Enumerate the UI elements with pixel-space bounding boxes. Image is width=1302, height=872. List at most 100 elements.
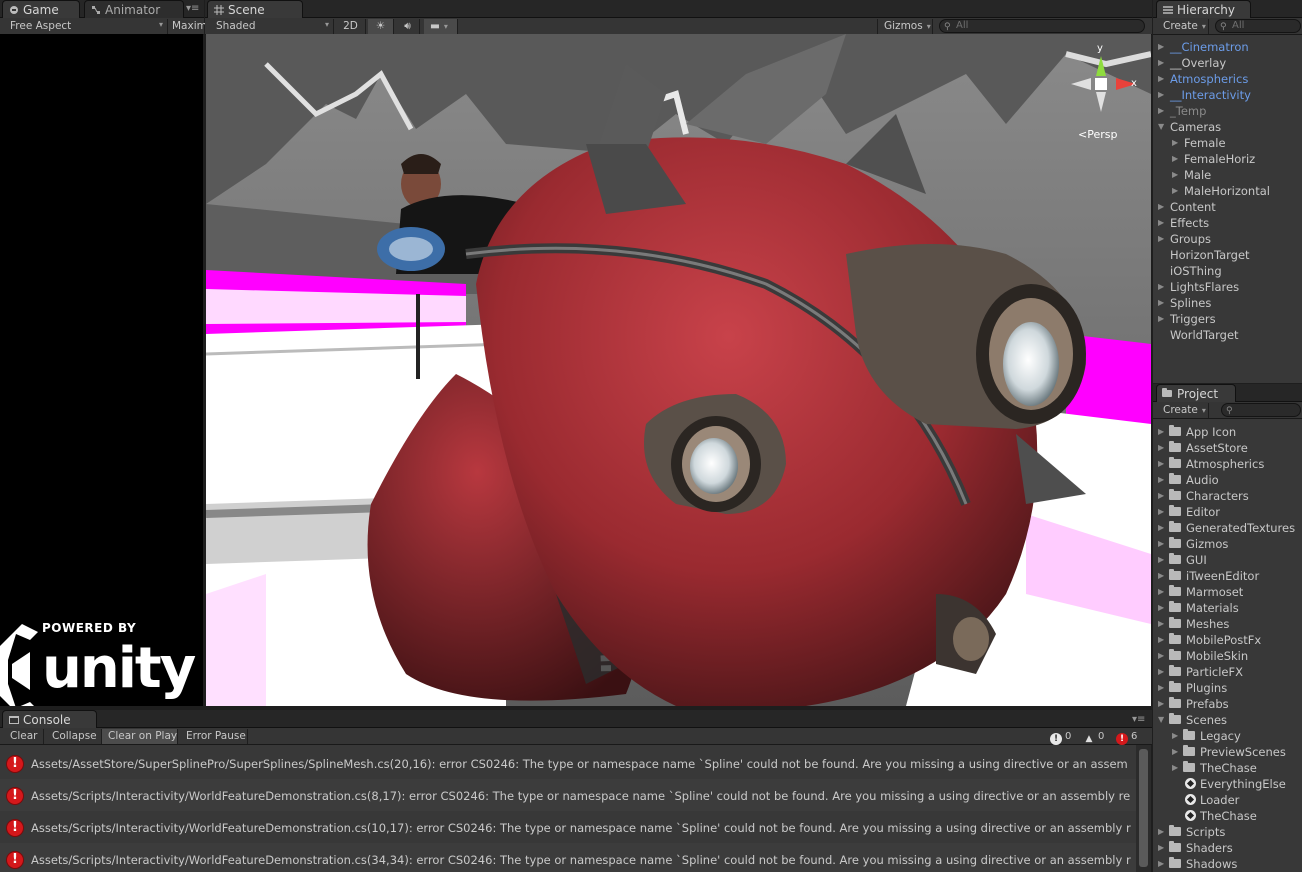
hierarchy-item[interactable]: HorizonTarget [1153, 247, 1302, 263]
project-scene-file[interactable]: TheChase [1153, 808, 1302, 824]
project-folder[interactable]: ▶ Scripts [1153, 824, 1302, 840]
hierarchy-item[interactable]: ▶ _Temp [1153, 103, 1302, 119]
expand-arrow-icon[interactable]: ▶ [1158, 427, 1164, 436]
info-count-toggle[interactable]: ! 0 [1050, 730, 1071, 745]
console-scrollbar[interactable] [1136, 745, 1151, 872]
expand-arrow-icon[interactable]: ▶ [1158, 603, 1164, 612]
expand-arrow-icon[interactable]: ▶ [1158, 90, 1164, 99]
expand-arrow-icon[interactable]: ▶ [1158, 699, 1164, 708]
hierarchy-item[interactable]: ▶ FemaleHoriz [1153, 151, 1302, 167]
expand-arrow-icon[interactable]: ▶ [1172, 170, 1178, 179]
project-folder[interactable]: ▶ Meshes [1153, 616, 1302, 632]
panel-menu-icon[interactable]: ▾≡ [1132, 714, 1145, 725]
project-folder[interactable]: ▶ MobileSkin [1153, 648, 1302, 664]
hierarchy-item[interactable]: ▶ Male [1153, 167, 1302, 183]
project-scene-file[interactable]: EverythingElse [1153, 776, 1302, 792]
log-entry[interactable]: ! Assets/AssetStore/SuperSplinePro/Super… [0, 747, 1136, 779]
console-error-pause-button[interactable]: Error Pause [180, 729, 248, 744]
projection-toggle[interactable]: <Persp [1078, 128, 1117, 141]
tab-console[interactable]: Console [2, 710, 97, 728]
expand-arrow-icon[interactable]: ▶ [1158, 459, 1164, 468]
log-entry[interactable]: ! Assets/Scripts/Interactivity/WorldFeat… [0, 811, 1136, 843]
expand-arrow-icon[interactable]: ▶ [1158, 555, 1164, 564]
project-search-input[interactable]: ⚲ [1221, 403, 1301, 417]
project-folder[interactable]: ▶ ParticleFX [1153, 664, 1302, 680]
project-folder[interactable]: ▶ Characters [1153, 488, 1302, 504]
expand-arrow-icon[interactable]: ▶ [1158, 571, 1164, 580]
expand-arrow-icon[interactable]: ▶ [1158, 234, 1164, 243]
console-clear-button[interactable]: Clear [4, 729, 44, 744]
scene-search-input[interactable]: ⚲ All [939, 19, 1145, 33]
expand-arrow-icon[interactable]: ▶ [1158, 42, 1164, 51]
project-folder[interactable]: ▼ Scenes [1153, 712, 1302, 728]
panel-menu-icon[interactable]: ▾≡ [186, 3, 199, 14]
expand-arrow-icon[interactable]: ▶ [1158, 539, 1164, 548]
hierarchy-search-input[interactable]: ⚲ All [1215, 19, 1301, 33]
project-folder[interactable]: ▶ Gizmos [1153, 536, 1302, 552]
tab-game[interactable]: Game [2, 0, 80, 18]
lighting-toggle[interactable]: ☀ [368, 19, 394, 34]
console-scroll-thumb[interactable] [1139, 749, 1148, 867]
expand-arrow-icon[interactable]: ▶ [1158, 587, 1164, 596]
hierarchy-item[interactable]: ▶ Female [1153, 135, 1302, 151]
hierarchy-item[interactable]: ▶ __Interactivity [1153, 87, 1302, 103]
hierarchy-item[interactable]: ▶ MaleHorizontal [1153, 183, 1302, 199]
hierarchy-item[interactable]: ▶ Effects [1153, 215, 1302, 231]
expand-arrow-icon[interactable]: ▶ [1158, 507, 1164, 516]
hierarchy-item[interactable]: WorldTarget [1153, 327, 1302, 343]
aspect-dropdown[interactable]: Free Aspect ▾ [4, 19, 168, 34]
hierarchy-item[interactable]: ▶ LightsFlares [1153, 279, 1302, 295]
project-folder[interactable]: ▶ Shadows [1153, 856, 1302, 872]
expand-arrow-icon[interactable]: ▶ [1172, 731, 1178, 740]
tab-hierarchy[interactable]: Hierarchy [1156, 0, 1251, 18]
project-folder[interactable]: ▶ Atmospherics [1153, 456, 1302, 472]
expand-arrow-icon[interactable]: ▶ [1158, 667, 1164, 676]
hierarchy-create-dropdown[interactable]: Create ▾ [1157, 19, 1209, 34]
expand-arrow-icon[interactable]: ▶ [1158, 298, 1164, 307]
expand-arrow-icon[interactable]: ▶ [1158, 314, 1164, 323]
expand-arrow-icon[interactable]: ▶ [1158, 843, 1164, 852]
expand-arrow-icon[interactable]: ▶ [1158, 651, 1164, 660]
project-folder[interactable]: ▶ Shaders [1153, 840, 1302, 856]
project-folder[interactable]: ▶ GUI [1153, 552, 1302, 568]
console-collapse-button[interactable]: Collapse [46, 729, 102, 744]
expand-arrow-icon[interactable]: ▶ [1158, 491, 1164, 500]
project-folder[interactable]: ▶ Audio [1153, 472, 1302, 488]
toggle-2d-button[interactable]: 2D [336, 19, 366, 34]
project-folder[interactable]: ▶ iTweenEditor [1153, 568, 1302, 584]
collapse-arrow-icon[interactable]: ▼ [1158, 715, 1164, 724]
hierarchy-item[interactable]: ▶ Splines [1153, 295, 1302, 311]
log-entry[interactable]: ! Assets/Scripts/Interactivity/WorldFeat… [0, 779, 1136, 811]
hierarchy-item[interactable]: ▶ Atmospherics [1153, 71, 1302, 87]
expand-arrow-icon[interactable]: ▶ [1172, 763, 1178, 772]
project-scene-file[interactable]: Loader [1153, 792, 1302, 808]
hierarchy-item[interactable]: ▶ Groups [1153, 231, 1302, 247]
hierarchy-item[interactable]: ▶ Triggers [1153, 311, 1302, 327]
project-folder[interactable]: ▶ Materials [1153, 600, 1302, 616]
expand-arrow-icon[interactable]: ▶ [1158, 282, 1164, 291]
error-count-toggle[interactable]: ! 6 [1116, 730, 1137, 745]
expand-arrow-icon[interactable]: ▶ [1172, 138, 1178, 147]
expand-arrow-icon[interactable]: ▶ [1158, 523, 1164, 532]
project-folder[interactable]: ▶ Prefabs [1153, 696, 1302, 712]
project-folder[interactable]: ▶ MobilePostFx [1153, 632, 1302, 648]
expand-arrow-icon[interactable]: ▶ [1158, 827, 1164, 836]
hierarchy-item[interactable]: ▼ Cameras [1153, 119, 1302, 135]
tab-animator[interactable]: Animator [84, 0, 184, 18]
expand-arrow-icon[interactable]: ▶ [1158, 106, 1164, 115]
project-folder[interactable]: ▶ Legacy [1153, 728, 1302, 744]
expand-arrow-icon[interactable]: ▶ [1172, 747, 1178, 756]
project-folder[interactable]: ▶ Plugins [1153, 680, 1302, 696]
expand-arrow-icon[interactable]: ▶ [1172, 186, 1178, 195]
gizmos-dropdown[interactable]: Gizmos ▾ [877, 19, 933, 34]
expand-arrow-icon[interactable]: ▶ [1158, 74, 1164, 83]
project-folder[interactable]: ▶ Marmoset [1153, 584, 1302, 600]
hierarchy-item[interactable]: iOSThing [1153, 263, 1302, 279]
tab-scene[interactable]: Scene [207, 0, 303, 18]
hierarchy-item[interactable]: ▶ __Cinematron [1153, 39, 1302, 55]
expand-arrow-icon[interactable]: ▶ [1158, 619, 1164, 628]
tab-project[interactable]: Project [1156, 384, 1236, 402]
game-view[interactable]: POWERED BY unity [0, 34, 203, 706]
expand-arrow-icon[interactable]: ▶ [1158, 683, 1164, 692]
collapse-arrow-icon[interactable]: ▼ [1158, 122, 1164, 131]
